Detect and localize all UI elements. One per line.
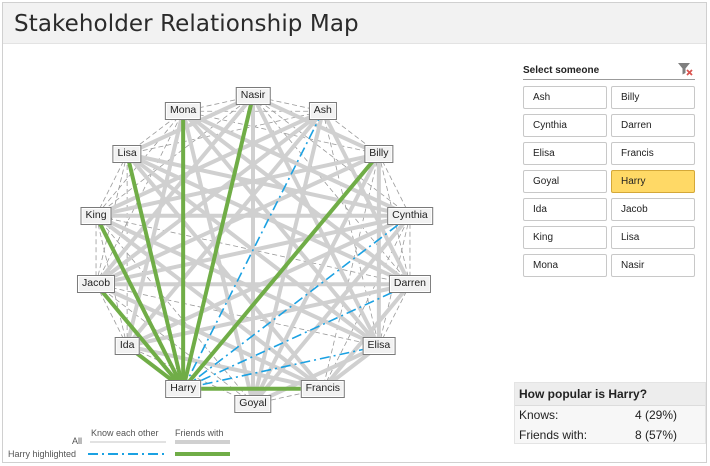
legend-swatches	[88, 440, 230, 456]
